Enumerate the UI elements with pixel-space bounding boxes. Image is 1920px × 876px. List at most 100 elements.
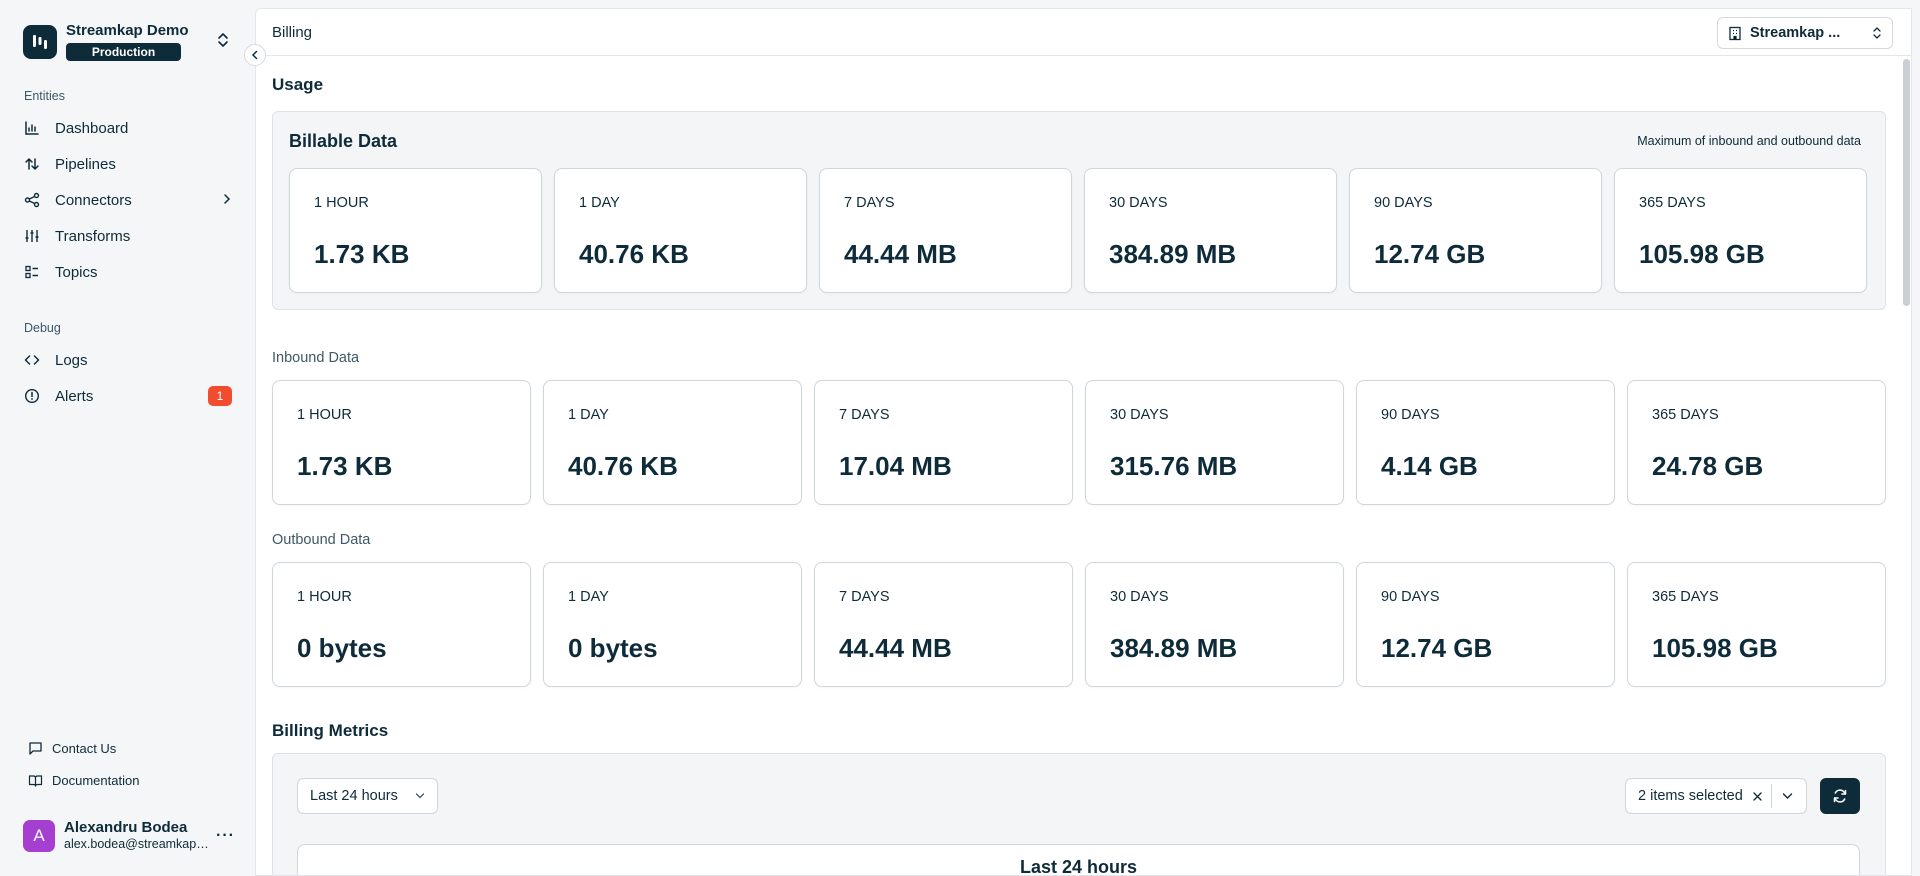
sidebar: Streamkap Demo Production Entities Dashb… [0,0,255,876]
billable-card-row: 1 HOUR 1.73 KB 1 DAY 40.76 KB 7 DAYS 44.… [289,168,1867,293]
sidebar-item-topics[interactable]: Topics [24,260,232,284]
inbound-card-30-days: 30 DAYS 315.76 MB [1085,380,1344,505]
chat-icon [28,741,43,756]
billable-card-30-days: 30 DAYS 384.89 MB [1084,168,1337,293]
billable-card-1-hour: 1 HOUR 1.73 KB [289,168,542,293]
billable-card-1-day: 1 DAY 40.76 KB [554,168,807,293]
clear-selection-icon[interactable] [1752,791,1763,802]
card-label: 7 DAYS [839,407,890,423]
billing-metrics-heading: Billing Metrics [272,721,389,740]
chevron-left-icon [251,50,258,60]
inbound-data-title: Inbound Data [272,350,360,366]
card-value: 384.89 MB [1109,239,1237,269]
time-range-select[interactable]: Last 24 hours [297,778,438,814]
outbound-card-1-day: 1 DAY 0 bytes [543,562,802,687]
card-value: 1.73 KB [314,239,410,269]
contact-us-link[interactable]: Contact Us [28,741,116,756]
vertical-scrollbar[interactable] [1903,59,1910,306]
card-value: 12.74 GB [1381,633,1493,663]
billable-data-title: Billable Data [289,131,398,151]
card-label: 30 DAYS [1110,407,1169,423]
avatar: A [23,819,55,852]
main-panel: Billing Streamkap ... Usage Billable Dat… [255,8,1912,876]
sidebar-item-pipelines[interactable]: Pipelines [24,152,232,176]
billing-metrics-chart: Last 24 hours [297,844,1860,876]
time-range-value: Last 24 hours [310,788,398,804]
multi-select-value: 2 items selected [1638,788,1743,804]
outbound-card-7-days: 7 DAYS 44.44 MB [814,562,1073,687]
org-switcher[interactable]: Streamkap Demo Production [23,22,189,61]
card-value: 0 bytes [297,633,387,663]
chevron-down-icon[interactable] [1772,792,1804,800]
inbound-card-90-days: 90 DAYS 4.14 GB [1356,380,1615,505]
metric-multi-select[interactable]: 2 items selected [1625,778,1807,814]
inbound-card-7-days: 7 DAYS 17.04 MB [814,380,1073,505]
billable-card-90-days: 90 DAYS 12.74 GB [1349,168,1602,293]
inbound-card-1-day: 1 DAY 40.76 KB [543,380,802,505]
card-value: 105.98 GB [1639,239,1765,269]
sidebar-item-dashboard[interactable]: Dashboard [24,116,232,140]
outbound-card-row: 1 HOUR 0 bytes 1 DAY 0 bytes 7 DAYS 44.4… [272,562,1886,687]
user-email: alex.bodea@streamkap.com [64,837,209,851]
sidebar-item-label: Dashboard [55,119,129,137]
card-value: 40.76 KB [568,451,678,481]
card-value: 44.44 MB [844,239,957,269]
organization-select[interactable]: Streamkap ... [1717,17,1893,49]
refresh-button[interactable] [1820,778,1860,814]
billable-card-7-days: 7 DAYS 44.44 MB [819,168,1072,293]
chart-title: Last 24 hours [1019,857,1138,876]
card-label: 1 DAY [568,407,609,423]
card-value: 4.14 GB [1381,451,1478,481]
chevron-up-down-icon[interactable] [217,32,229,53]
sidebar-item-label: Connectors [55,191,132,209]
card-value: 0 bytes [568,633,658,663]
sidebar-item-logs[interactable]: Logs [24,348,232,372]
billable-data-panel: Billable Data Maximum of inbound and out… [272,111,1886,310]
card-value: 40.76 KB [579,239,689,269]
top-bar: Billing Streamkap ... [256,9,1911,56]
sidebar-item-transforms[interactable]: Transforms [24,224,232,248]
outbound-card-365-days: 365 DAYS 105.98 GB [1627,562,1886,687]
alert-circle-icon [24,388,40,404]
sidebar-item-label: Alerts [55,387,94,405]
sidebar-item-label: Pipelines [55,155,116,173]
sidebar-item-label: Logs [55,351,88,369]
user-menu[interactable]: A Alexandru Bodea alex.bodea@streamkap.c… [23,819,235,852]
sidebar-item-alerts[interactable]: Alerts 1 [24,384,232,408]
share-nodes-icon [24,192,40,208]
alert-count-badge: 1 [208,386,232,406]
outbound-card-1-hour: 1 HOUR 0 bytes [272,562,531,687]
outbound-card-30-days: 30 DAYS 384.89 MB [1085,562,1344,687]
inbound-card-1-hour: 1 HOUR 1.73 KB [272,380,531,505]
card-value: 315.76 MB [1110,451,1238,481]
more-horizontal-icon[interactable]: ··· [216,827,235,845]
outbound-card-90-days: 90 DAYS 12.74 GB [1356,562,1615,687]
card-value: 24.78 GB [1652,451,1764,481]
card-label: 1 HOUR [314,195,369,211]
documentation-link[interactable]: Documentation [28,773,139,788]
card-label: 90 DAYS [1381,589,1440,605]
section-label-entities: Entities [24,89,65,103]
card-value: 17.04 MB [839,451,952,481]
collapse-sidebar-button[interactable] [244,44,266,66]
bar-chart-icon [24,120,40,136]
list-icon [24,264,40,280]
sliders-icon [24,228,40,244]
card-label: 1 DAY [568,589,609,605]
chevron-right-icon[interactable] [222,192,232,209]
outbound-data-title: Outbound Data [272,532,371,548]
code-icon [24,352,40,368]
inbound-card-row: 1 HOUR 1.73 KB 1 DAY 40.76 KB 7 DAYS 17.… [272,380,1886,505]
card-value: 12.74 GB [1374,239,1486,269]
card-value: 44.44 MB [839,633,952,663]
book-icon [28,773,43,788]
card-label: 365 DAYS [1639,195,1706,211]
arrows-up-down-icon [24,156,40,172]
sidebar-item-connectors[interactable]: Connectors [24,188,232,212]
usage-heading: Usage [272,75,324,94]
card-value: 105.98 GB [1652,633,1778,663]
user-name: Alexandru Bodea [64,819,188,836]
breadcrumb[interactable]: Billing [272,24,312,41]
card-label: 7 DAYS [844,195,895,211]
organization-select-value: Streamkap ... [1750,25,1841,41]
